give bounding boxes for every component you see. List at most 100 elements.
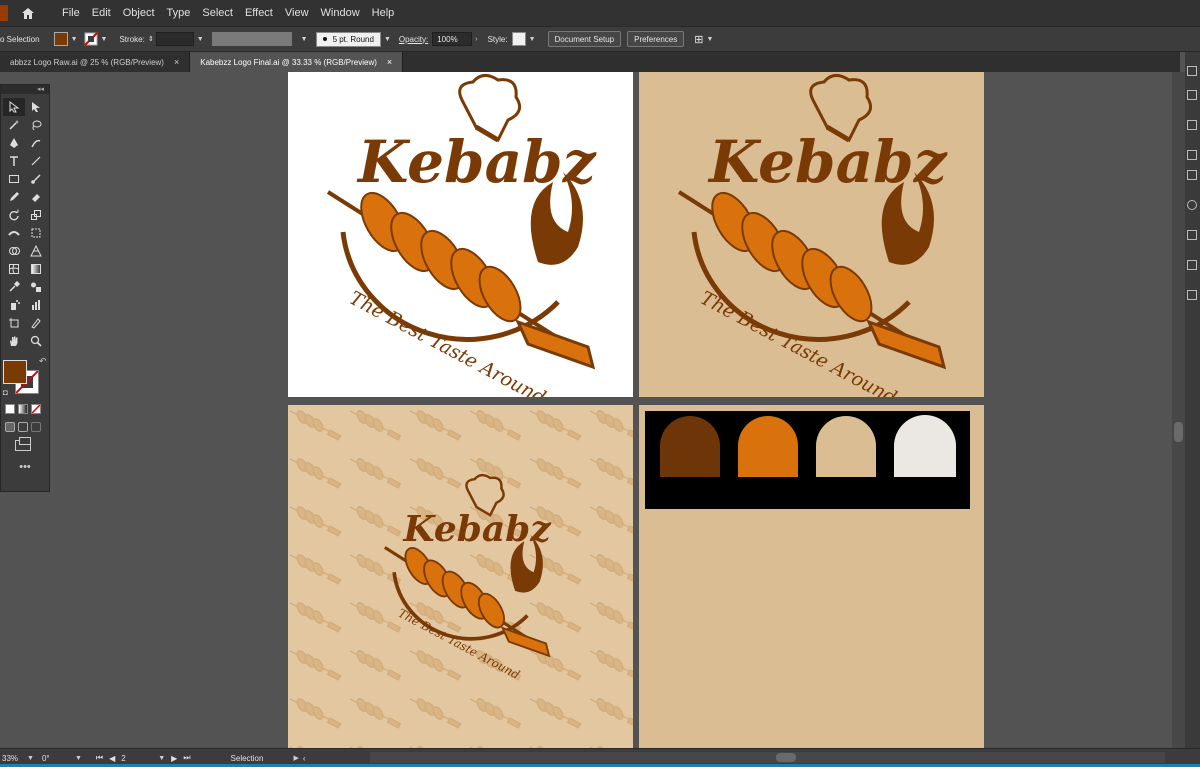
draw-behind-icon[interactable] (18, 422, 28, 432)
magic-wand-tool[interactable] (3, 116, 25, 134)
fill-swatch[interactable] (3, 360, 27, 384)
swap-fill-stroke-icon[interactable]: ↶ (39, 356, 47, 367)
draw-inside-icon[interactable] (31, 422, 41, 432)
menu-window[interactable]: Window (315, 0, 366, 26)
chevron-down-icon[interactable]: ▼ (27, 755, 34, 762)
scale-tool[interactable] (25, 206, 47, 224)
panel-icon[interactable] (1187, 200, 1197, 210)
close-icon[interactable]: × (387, 57, 392, 67)
direct-selection-tool[interactable] (25, 98, 47, 116)
panel-icon[interactable] (1187, 290, 1197, 300)
width-tool[interactable] (3, 224, 25, 242)
eraser-tool[interactable] (25, 188, 47, 206)
pen-tool[interactable] (3, 134, 25, 152)
artboard-number[interactable]: 2 (121, 754, 155, 763)
panel-icon[interactable] (1187, 260, 1197, 270)
brush-definition-dropdown[interactable]: 5 pt. Round (315, 31, 381, 47)
chevron-right-icon[interactable]: › (475, 36, 477, 43)
opacity-input[interactable]: 100% (432, 32, 473, 46)
fill-color-picker[interactable]: ▼ (53, 32, 78, 46)
menu-select[interactable]: Select (196, 0, 239, 26)
last-artboard-icon[interactable]: ⏭ (183, 753, 190, 763)
mesh-tool[interactable] (3, 260, 25, 278)
zoom-tool[interactable] (25, 332, 47, 350)
panel-icon[interactable] (1187, 230, 1197, 240)
menu-object[interactable]: Object (117, 0, 161, 26)
panel-collapse-icon[interactable]: ◂◂ (1, 85, 49, 94)
vertical-scrollbar[interactable] (1172, 72, 1185, 748)
chevron-down-icon[interactable]: ▼ (158, 755, 165, 762)
default-fill-stroke-icon[interactable]: ◘ (3, 388, 8, 397)
panel-icon[interactable] (1187, 90, 1197, 100)
symbol-sprayer-tool[interactable] (3, 296, 25, 314)
tab-logo-raw[interactable]: abbzz Logo Raw.ai @ 25 % (RGB/Preview) × (0, 52, 191, 72)
artboard-logo-tan[interactable]: Kebabz The Best Taste Around (639, 72, 984, 397)
palette-swatch-1[interactable] (660, 416, 720, 477)
palette-swatch-3[interactable] (816, 416, 876, 477)
blend-tool[interactable] (25, 278, 47, 296)
menu-edit[interactable]: Edit (86, 0, 117, 26)
panel-icon[interactable] (1187, 170, 1197, 180)
chevron-down-icon[interactable]: ▼ (75, 755, 82, 762)
chevron-down-icon[interactable]: ▼ (384, 36, 391, 43)
horizontal-scrollbar[interactable] (370, 752, 1165, 763)
palette-swatch-2[interactable] (738, 416, 798, 477)
free-transform-tool[interactable] (25, 224, 47, 242)
draw-normal-icon[interactable] (5, 422, 15, 432)
menu-type[interactable]: Type (161, 0, 197, 26)
selection-tool[interactable] (3, 98, 25, 116)
stroke-stepper-icon[interactable]: ⇕ (148, 35, 154, 43)
rotate-tool[interactable] (3, 206, 25, 224)
stroke-weight-input[interactable] (155, 32, 194, 46)
artboard-logo-white[interactable]: Kebabz The Best Taste Around (288, 72, 633, 397)
variable-width-profile[interactable] (211, 32, 292, 46)
chevron-right-icon[interactable]: ▶ (294, 754, 299, 762)
lasso-tool[interactable] (25, 116, 47, 134)
style-swatch[interactable] (511, 32, 526, 46)
perspective-grid-tool[interactable] (25, 242, 47, 260)
tab-logo-final[interactable]: Kabebzz Logo Final.ai @ 33.33 % (RGB/Pre… (190, 52, 404, 72)
menu-view[interactable]: View (279, 0, 315, 26)
shape-builder-tool[interactable] (3, 242, 25, 260)
close-icon[interactable]: × (174, 57, 179, 67)
chevron-down-icon[interactable]: ▼ (706, 36, 713, 43)
zoom-level[interactable]: 33% (2, 754, 24, 763)
palette-swatch-4[interactable] (894, 415, 956, 477)
rectangle-tool[interactable] (3, 170, 25, 188)
preferences-button[interactable]: Preferences (627, 31, 685, 47)
pencil-tool[interactable] (3, 188, 25, 206)
gradient-mode-button[interactable] (18, 404, 28, 414)
edit-toolbar-icon[interactable]: ••• (1, 461, 49, 473)
eyedropper-tool[interactable] (3, 278, 25, 296)
scroll-left-icon[interactable]: ‹ (303, 754, 306, 763)
hand-tool[interactable] (3, 332, 25, 350)
menu-effect[interactable]: Effect (239, 0, 279, 26)
curvature-tool[interactable] (25, 134, 47, 152)
artboard-tool[interactable] (3, 314, 25, 332)
menu-help[interactable]: Help (366, 0, 401, 26)
menu-file[interactable]: File (56, 0, 86, 26)
line-segment-tool[interactable] (25, 152, 47, 170)
artboard-logo-pattern[interactable]: Kebabz The Best Taste Around (288, 405, 633, 748)
change-screen-mode-icon[interactable] (15, 437, 31, 451)
artboard-color-palette[interactable] (639, 405, 984, 748)
color-mode-button[interactable] (5, 404, 15, 414)
panel-icon[interactable] (1187, 120, 1197, 130)
chevron-down-icon[interactable]: ▼ (197, 36, 204, 43)
previous-artboard-icon[interactable]: ◀ (109, 754, 115, 763)
home-button[interactable] (14, 0, 42, 26)
none-mode-button[interactable] (31, 404, 41, 414)
scroll-thumb[interactable] (776, 753, 796, 762)
panel-icon[interactable] (1187, 150, 1197, 160)
document-setup-button[interactable]: Document Setup (547, 31, 622, 47)
slice-tool[interactable] (25, 314, 47, 332)
rotation-value[interactable]: 0° (42, 754, 72, 763)
arrange-documents-icon[interactable]: ⊞ (694, 33, 703, 46)
column-graph-tool[interactable] (25, 296, 47, 314)
stroke-color-picker[interactable]: ▼ (83, 32, 107, 46)
panel-icon[interactable] (1187, 66, 1197, 76)
next-artboard-icon[interactable]: ▶ (171, 754, 177, 763)
paintbrush-tool[interactable] (25, 170, 47, 188)
chevron-down-icon[interactable]: ▼ (301, 36, 308, 43)
first-artboard-icon[interactable]: ⏮ (96, 753, 103, 763)
